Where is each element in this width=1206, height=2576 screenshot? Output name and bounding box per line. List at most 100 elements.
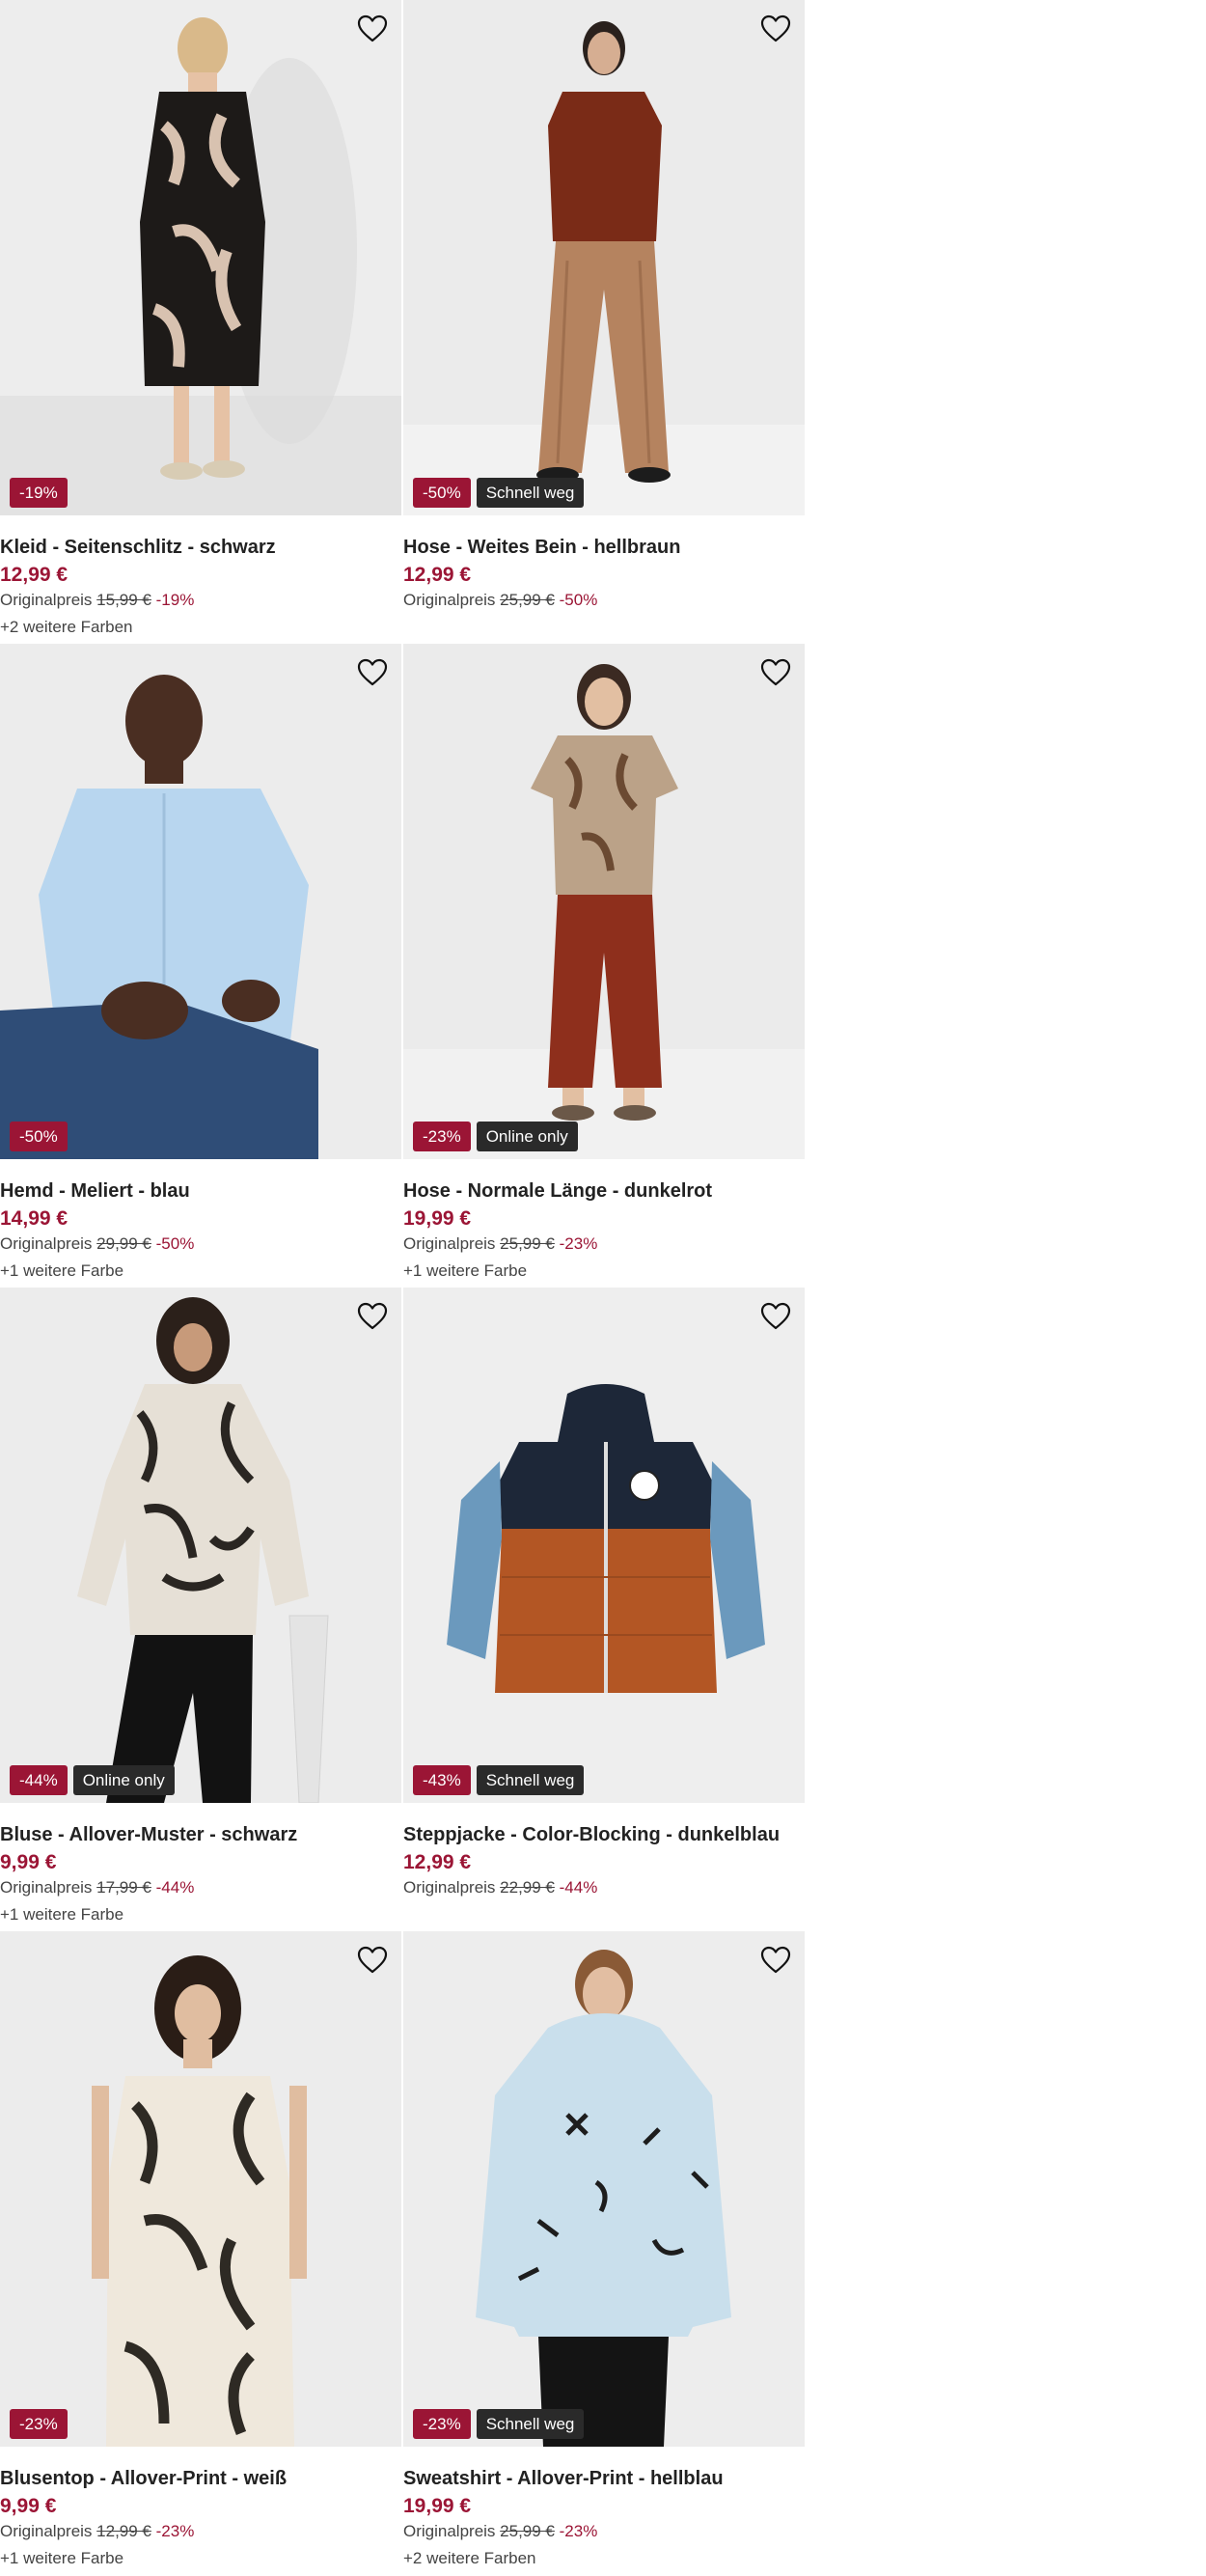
- product-photo: [0, 1288, 401, 1803]
- product-info: Steppjacke - Color-Blocking - dunkelblau…: [403, 1803, 805, 1926]
- product-price: 12,99 €: [403, 1851, 472, 1873]
- more-colors-link[interactable]: +1 weitere Farbe: [403, 1256, 805, 1283]
- product-title[interactable]: Kleid - Seitenschlitz - schwarz: [0, 533, 401, 562]
- discount-badge: -43%: [413, 1765, 471, 1795]
- product-image[interactable]: -19%: [0, 0, 401, 515]
- product-info: Hemd - Meliert - blau 14,99 € Originalpr…: [0, 1159, 401, 1283]
- favorite-button[interactable]: [756, 653, 795, 692]
- product-info: Kleid - Seitenschlitz - schwarz 12,99 € …: [0, 515, 401, 639]
- product-title[interactable]: Sweatshirt - Allover-Print - hellblau: [403, 2464, 805, 2493]
- product-photo: [403, 1931, 805, 2447]
- original-price-line: Originalpreis 25,99 € -23%: [403, 1233, 805, 1256]
- original-price: 22,99 €: [500, 1878, 555, 1897]
- product-photo: [403, 644, 805, 1159]
- discount-badge: -44%: [10, 1765, 68, 1795]
- badges: -23%: [10, 2409, 68, 2439]
- original-price-line: Originalpreis 22,99 € -44%: [403, 1876, 805, 1899]
- original-price-label: Originalpreis: [0, 1878, 93, 1897]
- product-price: 19,99 €: [403, 1207, 472, 1230]
- product-image[interactable]: -43% Schnell weg: [403, 1288, 805, 1803]
- product-grid: -19% Kleid - Seitenschlitz - schwarz 12,…: [0, 0, 805, 2575]
- product-card[interactable]: -19% Kleid - Seitenschlitz - schwarz 12,…: [0, 0, 401, 644]
- discount-percent: -44%: [155, 1878, 195, 1897]
- discount-badge: -19%: [10, 478, 68, 508]
- heart-outline-icon: [760, 658, 791, 686]
- discount-percent: -50%: [155, 1234, 195, 1253]
- product-photo: [0, 0, 401, 515]
- favorite-button[interactable]: [353, 653, 392, 692]
- promo-badge: Online only: [72, 1765, 175, 1795]
- favorite-button[interactable]: [353, 10, 392, 48]
- badges: -44% Online only: [10, 1765, 175, 1795]
- favorite-button[interactable]: [353, 1297, 392, 1336]
- heart-outline-icon: [760, 1946, 791, 1974]
- discount-percent: -23%: [559, 2522, 598, 2540]
- badges: -50%: [10, 1122, 68, 1151]
- product-image[interactable]: -50% Schnell weg: [403, 0, 805, 515]
- promo-badge: Schnell weg: [476, 478, 585, 508]
- product-title[interactable]: Hose - Normale Länge - dunkelrot: [403, 1177, 805, 1205]
- original-price: 25,99 €: [500, 1234, 555, 1253]
- more-colors-link[interactable]: +2 weitere Farben: [0, 612, 401, 639]
- product-price: 12,99 €: [403, 564, 472, 586]
- product-info: Sweatshirt - Allover-Print - hellblau 19…: [403, 2447, 805, 2570]
- favorite-button[interactable]: [756, 1297, 795, 1336]
- original-price-label: Originalpreis: [0, 1234, 93, 1253]
- product-title[interactable]: Blusentop - Allover-Print - weiß: [0, 2464, 401, 2493]
- product-title[interactable]: Steppjacke - Color-Blocking - dunkelblau: [403, 1820, 805, 1849]
- product-photo: [403, 1288, 805, 1803]
- product-image[interactable]: -23% Online only: [403, 644, 805, 1159]
- discount-percent: -19%: [155, 591, 195, 609]
- product-card[interactable]: -23% Blusentop - Allover-Print - weiß 9,…: [0, 1931, 401, 2575]
- product-title[interactable]: Bluse - Allover-Muster - schwarz: [0, 1820, 401, 1849]
- discount-badge: -23%: [413, 2409, 471, 2439]
- product-price: 19,99 €: [403, 2495, 472, 2517]
- favorite-button[interactable]: [756, 10, 795, 48]
- product-card[interactable]: -50% Schnell weg Hose - Weites Bein - he…: [403, 0, 805, 644]
- original-price: 25,99 €: [500, 591, 555, 609]
- product-photo: [0, 1931, 401, 2447]
- product-card[interactable]: -43% Schnell weg Steppjacke - Color-Bloc…: [403, 1288, 805, 1931]
- more-colors-link[interactable]: [403, 612, 805, 639]
- original-price: 17,99 €: [96, 1878, 151, 1897]
- promo-badge: Online only: [476, 1122, 578, 1151]
- heart-outline-icon: [357, 1946, 388, 1974]
- discount-badge: -50%: [413, 478, 471, 508]
- badges: -19%: [10, 478, 68, 508]
- more-colors-link[interactable]: +2 weitere Farben: [403, 2543, 805, 2570]
- original-price-label: Originalpreis: [403, 591, 496, 609]
- product-image[interactable]: -23% Schnell weg: [403, 1931, 805, 2447]
- heart-outline-icon: [760, 14, 791, 42]
- original-price-label: Originalpreis: [403, 1234, 496, 1253]
- product-photo: [0, 644, 401, 1159]
- heart-outline-icon: [357, 14, 388, 42]
- product-title[interactable]: Hose - Weites Bein - hellbraun: [403, 533, 805, 562]
- original-price-line: Originalpreis 15,99 € -19%: [0, 589, 401, 612]
- more-colors-link[interactable]: +1 weitere Farbe: [0, 2543, 401, 2570]
- favorite-button[interactable]: [353, 1941, 392, 1980]
- original-price-line: Originalpreis 17,99 € -44%: [0, 1876, 401, 1899]
- more-colors-link[interactable]: +1 weitere Farbe: [0, 1256, 401, 1283]
- favorite-button[interactable]: [756, 1941, 795, 1980]
- discount-percent: -23%: [559, 1234, 598, 1253]
- product-image[interactable]: -44% Online only: [0, 1288, 401, 1803]
- original-price: 29,99 €: [96, 1234, 151, 1253]
- badges: -50% Schnell weg: [413, 478, 585, 508]
- more-colors-link[interactable]: [403, 1899, 805, 1926]
- promo-badge: Schnell weg: [476, 1765, 585, 1795]
- product-image[interactable]: -23%: [0, 1931, 401, 2447]
- promo-badge: Schnell weg: [476, 2409, 585, 2439]
- original-price-label: Originalpreis: [0, 2522, 93, 2540]
- product-card[interactable]: -23% Schnell weg Sweatshirt - Allover-Pr…: [403, 1931, 805, 2575]
- original-price: 15,99 €: [96, 591, 151, 609]
- product-card[interactable]: -23% Online only Hose - Normale Länge - …: [403, 644, 805, 1288]
- product-image[interactable]: -50%: [0, 644, 401, 1159]
- product-card[interactable]: -50% Hemd - Meliert - blau 14,99 € Origi…: [0, 644, 401, 1288]
- discount-percent: -23%: [155, 2522, 195, 2540]
- more-colors-link[interactable]: +1 weitere Farbe: [0, 1899, 401, 1926]
- original-price-label: Originalpreis: [403, 1878, 496, 1897]
- badges: -23% Online only: [413, 1122, 578, 1151]
- discount-badge: -23%: [10, 2409, 68, 2439]
- product-title[interactable]: Hemd - Meliert - blau: [0, 1177, 401, 1205]
- product-card[interactable]: -44% Online only Bluse - Allover-Muster …: [0, 1288, 401, 1931]
